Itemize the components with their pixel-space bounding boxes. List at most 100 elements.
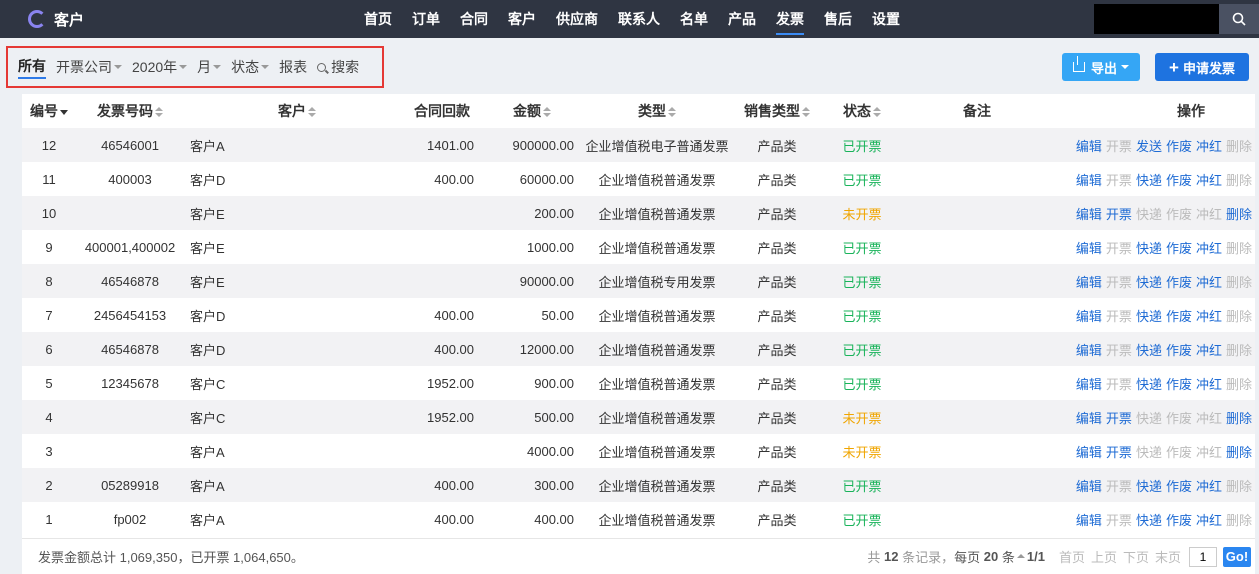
nav-item-7[interactable]: 产品 bbox=[728, 0, 756, 38]
action-send[interactable]: 快递 bbox=[1136, 479, 1162, 494]
col-type[interactable]: 类型 bbox=[582, 94, 732, 128]
col-sales-type[interactable]: 销售类型 bbox=[732, 94, 822, 128]
action-red-flush[interactable]: 冲红 bbox=[1196, 309, 1222, 324]
nav-item-9[interactable]: 售后 bbox=[824, 0, 852, 38]
action-void[interactable]: 作废 bbox=[1166, 139, 1192, 154]
export-button[interactable]: 导出 bbox=[1062, 53, 1140, 81]
last-page-link[interactable]: 末页 bbox=[1155, 547, 1181, 566]
nav-item-5[interactable]: 联系人 bbox=[618, 0, 660, 38]
action-issue[interactable]: 开票 bbox=[1106, 411, 1132, 426]
action-delete[interactable]: 删除 bbox=[1226, 207, 1252, 222]
col-amount[interactable]: 金额 bbox=[482, 94, 582, 128]
action-delete: 删除 bbox=[1225, 308, 1252, 324]
apply-invoice-button[interactable]: + 申请发票 bbox=[1155, 53, 1249, 81]
action-void[interactable]: 作废 bbox=[1166, 377, 1192, 392]
action-void[interactable]: 作废 bbox=[1166, 241, 1192, 256]
table-row[interactable]: 10 客户E 200.00 企业增值税普通发票 产品类 未开票 编辑 开票 快递 作废 冲红 删除 bbox=[22, 196, 1255, 230]
search-button[interactable] bbox=[1219, 4, 1259, 34]
table-row[interactable]: 4 客户C 1952.00 500.00 企业增值税普通发票 产品类 未开票 编辑 开票 快递 作废… bbox=[22, 400, 1255, 434]
action-red-flush[interactable]: 冲红 bbox=[1196, 173, 1222, 188]
action-void[interactable]: 作废 bbox=[1166, 343, 1192, 358]
filter-status[interactable]: 状态 bbox=[231, 57, 270, 77]
action-edit[interactable]: 编辑 bbox=[1076, 207, 1102, 222]
filter-all[interactable]: 所有 bbox=[18, 56, 46, 79]
filter-company[interactable]: 开票公司 bbox=[56, 57, 122, 77]
table-row[interactable]: 1 fp002 客户A 400.00 400.00 企业增值税普通发票 产品类 已开票 编辑 开票… bbox=[22, 502, 1255, 536]
filter-year[interactable]: 2020年 bbox=[132, 57, 188, 77]
table-row[interactable]: 12 46546001 客户A 1401.00 900000.00 企业增值税电子普通发票… bbox=[22, 128, 1255, 162]
nav-item-0[interactable]: 首页 bbox=[364, 0, 392, 38]
per-page-value[interactable]: 20 bbox=[984, 549, 998, 564]
action-edit[interactable]: 编辑 bbox=[1076, 275, 1102, 290]
col-customer[interactable]: 客户 bbox=[184, 94, 362, 128]
go-button[interactable]: Go! bbox=[1223, 546, 1251, 567]
action-red-flush[interactable]: 冲红 bbox=[1196, 241, 1222, 256]
nav-item-10[interactable]: 设置 bbox=[872, 0, 900, 38]
action-edit[interactable]: 编辑 bbox=[1076, 343, 1102, 358]
nav-item-2[interactable]: 合同 bbox=[460, 0, 488, 38]
action-red-flush[interactable]: 冲红 bbox=[1196, 343, 1222, 358]
table-row[interactable]: 7 2456454153 客户D 400.00 50.00 企业增值税普通发票 产品类 已开票… bbox=[22, 298, 1255, 332]
table-row[interactable]: 9 400001,400002 客户E 1000.00 企业增值税普通发票 产品类 已开票 编… bbox=[22, 230, 1255, 264]
action-void[interactable]: 作废 bbox=[1166, 275, 1192, 290]
nav-item-6[interactable]: 名单 bbox=[680, 0, 708, 38]
brand[interactable]: 客户 bbox=[28, 9, 348, 30]
filter-report[interactable]: 报表 bbox=[279, 57, 307, 77]
action-edit[interactable]: 编辑 bbox=[1076, 241, 1102, 256]
action-red-flush[interactable]: 冲红 bbox=[1196, 479, 1222, 494]
action-send[interactable]: 快递 bbox=[1136, 343, 1162, 358]
action-edit[interactable]: 编辑 bbox=[1076, 479, 1102, 494]
filter-month[interactable]: 月 bbox=[197, 57, 222, 77]
filter-search[interactable]: 搜索 bbox=[317, 57, 359, 77]
action-red-flush[interactable]: 冲红 bbox=[1196, 377, 1222, 392]
nav-item-8[interactable]: 发票 bbox=[776, 0, 804, 38]
action-issue[interactable]: 开票 bbox=[1106, 445, 1132, 460]
action-red-flush[interactable]: 冲红 bbox=[1196, 139, 1222, 154]
action-edit[interactable]: 编辑 bbox=[1076, 309, 1102, 324]
nav-item-4[interactable]: 供应商 bbox=[556, 0, 598, 38]
cell-customer: 客户E bbox=[190, 274, 225, 290]
action-issue[interactable]: 开票 bbox=[1106, 207, 1132, 222]
table-row[interactable]: 2 05289918 客户A 400.00 300.00 企业增值税普通发票 产品类 已开票 编… bbox=[22, 468, 1255, 502]
table-row[interactable]: 3 客户A 4000.00 企业增值税普通发票 产品类 未开票 编辑 开票 快递 作废 冲红 删除 bbox=[22, 434, 1255, 468]
action-edit[interactable]: 编辑 bbox=[1076, 411, 1102, 426]
action-send[interactable]: 发送 bbox=[1136, 139, 1162, 154]
cell-id: 2 bbox=[45, 477, 53, 493]
action-delete[interactable]: 删除 bbox=[1226, 445, 1252, 460]
table-row[interactable]: 6 46546878 客户D 400.00 12000.00 企业增值税普通发票 产品类 已开… bbox=[22, 332, 1255, 366]
action-void[interactable]: 作废 bbox=[1166, 513, 1192, 528]
action-send[interactable]: 快递 bbox=[1136, 173, 1162, 188]
action-edit[interactable]: 编辑 bbox=[1076, 139, 1102, 154]
action-delete[interactable]: 删除 bbox=[1226, 411, 1252, 426]
action-send[interactable]: 快递 bbox=[1136, 241, 1162, 256]
table-row[interactable]: 5 12345678 客户C 1952.00 900.00 企业增值税普通发票 产品类 已开票… bbox=[22, 366, 1255, 400]
action-red-flush[interactable]: 冲红 bbox=[1196, 513, 1222, 528]
search-input[interactable] bbox=[1094, 4, 1219, 34]
action-send[interactable]: 快递 bbox=[1136, 275, 1162, 290]
action-edit[interactable]: 编辑 bbox=[1076, 513, 1102, 528]
col-status[interactable]: 状态 bbox=[822, 94, 902, 128]
action-void[interactable]: 作废 bbox=[1166, 479, 1192, 494]
action-send[interactable]: 快递 bbox=[1136, 377, 1162, 392]
prev-page-link[interactable]: 上页 bbox=[1091, 547, 1117, 566]
table-row[interactable]: 8 46546878 客户E 90000.00 企业增值税专用发票 产品类 已开票 编辑 开票快… bbox=[22, 264, 1255, 298]
action-send[interactable]: 快递 bbox=[1136, 513, 1162, 528]
action-void[interactable]: 作废 bbox=[1166, 309, 1192, 324]
cell-type: 企业增值税普通发票 bbox=[598, 478, 716, 494]
col-invoice-no[interactable]: 发票号码 bbox=[76, 94, 184, 128]
action-edit[interactable]: 编辑 bbox=[1076, 377, 1102, 392]
nav-item-1[interactable]: 订单 bbox=[412, 0, 440, 38]
action-edit[interactable]: 编辑 bbox=[1076, 445, 1102, 460]
col-id[interactable]: 编号 bbox=[22, 94, 76, 128]
action-void[interactable]: 作废 bbox=[1166, 173, 1192, 188]
next-page-link[interactable]: 下页 bbox=[1123, 547, 1149, 566]
page-number-input[interactable] bbox=[1189, 546, 1217, 567]
action-red-flush[interactable]: 冲红 bbox=[1196, 275, 1222, 290]
caret-up-icon[interactable] bbox=[1016, 553, 1025, 558]
action-edit[interactable]: 编辑 bbox=[1076, 173, 1102, 188]
nav-item-3[interactable]: 客户 bbox=[508, 0, 536, 38]
table-row[interactable]: 11 400003 客户D 400.00 60000.00 企业增值税普通发票 产品类 已开票… bbox=[22, 162, 1255, 196]
action-send[interactable]: 快递 bbox=[1136, 309, 1162, 324]
action-void: 作废 bbox=[1165, 444, 1192, 460]
first-page-link[interactable]: 首页 bbox=[1059, 547, 1085, 566]
